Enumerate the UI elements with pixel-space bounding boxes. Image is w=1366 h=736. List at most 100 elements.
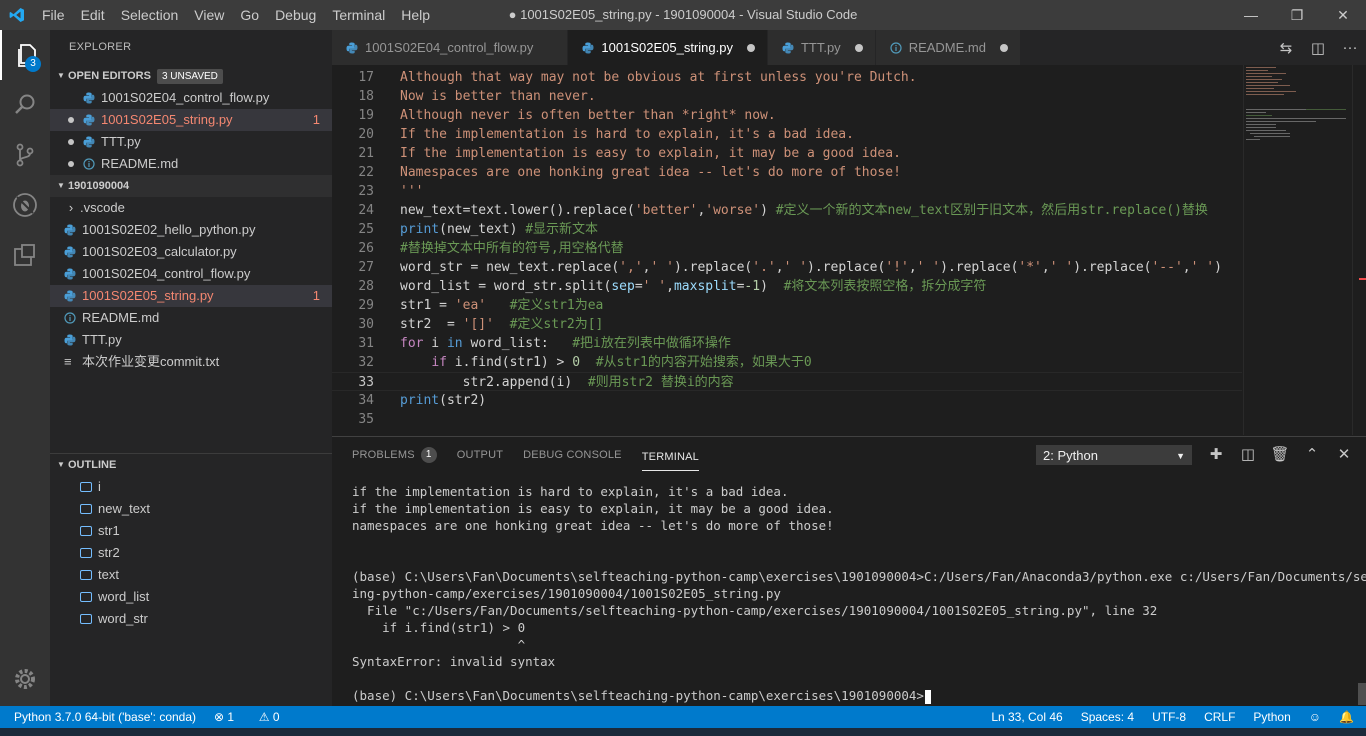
open-editor-item[interactable]: 1001S02E04_control_flow.py <box>50 87 332 109</box>
language-mode[interactable]: Python <box>1253 706 1290 728</box>
line-number: 35 <box>358 412 374 427</box>
file-tree-item[interactable]: README.md <box>50 307 332 329</box>
open-editor-item[interactable]: TTT.py <box>50 131 332 153</box>
outline-item[interactable]: word_list <box>50 586 332 608</box>
outline-item[interactable]: new_text <box>50 498 332 520</box>
restore-button[interactable]: ❐ <box>1274 0 1320 30</box>
trash-icon[interactable]: 🗑 <box>1264 445 1296 465</box>
line-ending[interactable]: CRLF <box>1204 706 1235 728</box>
menu-file[interactable]: File <box>34 0 73 30</box>
source-control-activity-button[interactable] <box>0 130 50 180</box>
menu-view[interactable]: View <box>186 0 232 30</box>
menu-go[interactable]: Go <box>232 0 267 30</box>
code-line[interactable]: 21 If the implementation is easy to expla… <box>332 144 1242 163</box>
outline-item[interactable]: text <box>50 564 332 586</box>
open-changes-icon[interactable]: ⇆ <box>1270 39 1302 57</box>
code-line[interactable]: 32 if i.find(str1) > 0 #从str1的内容开始搜索，如果大… <box>332 353 1242 372</box>
chevron-up-icon[interactable]: ⌃ <box>1296 445 1328 465</box>
outline-item[interactable]: i <box>50 476 332 498</box>
search-activity-button[interactable] <box>0 80 50 130</box>
code-line[interactable]: 33 str2.append(i) #则用str2 替换i的内容 <box>332 372 1242 391</box>
outline-item[interactable]: str1 <box>50 520 332 542</box>
terminal-scrollbar[interactable] <box>1358 683 1366 705</box>
open-editor-item[interactable]: 1001S02E05_string.py 1 <box>50 109 332 131</box>
outline-header[interactable]: ▼ OUTLINE <box>50 454 332 476</box>
menu-selection[interactable]: Selection <box>113 0 187 30</box>
indentation[interactable]: Spaces: 4 <box>1081 706 1134 728</box>
tab-readme-md[interactable]: README.md <box>875 30 1021 65</box>
folder-header[interactable]: ▼ 1901090004 <box>50 175 332 197</box>
file-tree-item[interactable]: 1001S02E02_hello_python.py <box>50 219 332 241</box>
terminal-line: File "c:/Users/Fan/Documents/selfteachin… <box>352 602 1352 619</box>
tab-1001s02e05-string-py[interactable]: 1001S02E05_string.py <box>568 30 768 65</box>
file-tree-item[interactable]: 1001S02E04_control_flow.py <box>50 263 332 285</box>
file-tree-item[interactable]: ≡ 本次作业变更commit.txt <box>50 351 332 373</box>
unsaved-dot[interactable] <box>854 43 863 52</box>
code-line[interactable]: 34 print(str2) <box>332 391 1242 410</box>
close-window-button[interactable]: ✕ <box>1320 0 1366 30</box>
unsaved-dot[interactable] <box>999 43 1008 52</box>
extensions-icon <box>14 244 35 266</box>
terminal-line: ^ <box>352 636 1352 653</box>
code-line[interactable]: 23 ''' <box>332 182 1242 201</box>
terminal-output[interactable]: if the implementation is hard to explain… <box>352 483 1366 704</box>
open-editors-header[interactable]: ▼ OPEN EDITORS 3 UNSAVED <box>50 65 332 87</box>
python-icon <box>64 334 76 346</box>
extensions-activity-button[interactable] <box>0 230 50 280</box>
outline-item[interactable]: str2 <box>50 542 332 564</box>
line-number: 33 <box>358 375 374 390</box>
plus-icon[interactable]: ✚ <box>1200 445 1232 465</box>
open-editor-item[interactable]: README.md <box>50 153 332 175</box>
editor-scrollbar[interactable] <box>1352 65 1366 435</box>
cursor-position[interactable]: Ln 33, Col 46 <box>991 706 1062 728</box>
code-line[interactable]: 25 print(new_text) #显示新文本 <box>332 220 1242 239</box>
terminal-select[interactable]: 2: Python ▼ <box>1036 445 1192 465</box>
code-line[interactable]: 28 word_list = word_str.split(sep=' ',max… <box>332 277 1242 296</box>
split-icon[interactable]: ◫ <box>1232 445 1264 465</box>
code-line[interactable]: 19 Although never is often better than *r… <box>332 106 1242 125</box>
file-tree-item[interactable]: 1001S02E05_string.py 1 <box>50 285 332 307</box>
minimap[interactable] <box>1243 65 1353 435</box>
code-line[interactable]: 26 #替换掉文本中所有的符号,用空格代替 <box>332 239 1242 258</box>
code-line[interactable]: 27 word_str = new_text.replace(',',' ').r… <box>332 258 1242 277</box>
problems-status[interactable]: ⊗ 1 ⚠ 0 <box>214 706 298 728</box>
line-number: 29 <box>358 298 374 313</box>
menu-debug[interactable]: Debug <box>267 0 324 30</box>
code-line[interactable]: 24 new_text=text.lower().replace('better'… <box>332 201 1242 220</box>
manage-button[interactable] <box>0 654 50 704</box>
panel-tab-output[interactable]: OUTPUT <box>457 437 503 473</box>
code-line[interactable]: 20 If the implementation is hard to expla… <box>332 125 1242 144</box>
panel-tab-terminal[interactable]: TERMINAL <box>641 443 699 471</box>
close-icon[interactable]: ✕ <box>1328 445 1360 465</box>
code-line[interactable]: 17 Although that way may not be obvious a… <box>332 68 1242 87</box>
file-tree-item[interactable]: › .vscode <box>50 197 332 219</box>
code-line[interactable]: 22 Namespaces are one honking great idea … <box>332 163 1242 182</box>
panel-tab-problems[interactable]: PROBLEMS 1 <box>352 437 437 473</box>
menu-edit[interactable]: Edit <box>73 0 113 30</box>
outline-item[interactable]: word_str <box>50 608 332 630</box>
split-editor-icon[interactable]: ◫ <box>1302 39 1334 57</box>
interpreter-status[interactable]: Python 3.7.0 64-bit ('base': conda) <box>14 706 196 728</box>
feedback-icon[interactable]: ☺ <box>1309 706 1321 728</box>
explorer-activity-button[interactable]: 3 <box>0 30 50 80</box>
code-line[interactable]: 31 for i in word_list: #把i放在列表中做循环操作 <box>332 334 1242 353</box>
panel-tab-debug-console[interactable]: DEBUG CONSOLE <box>523 437 622 473</box>
menu-help[interactable]: Help <box>393 0 438 30</box>
more-actions-icon[interactable]: ··· <box>1334 39 1366 56</box>
code-line[interactable]: 29 str1 = 'ea' #定义str1为ea <box>332 296 1242 315</box>
unsaved-dot[interactable] <box>746 43 755 52</box>
bell-icon[interactable]: 🔔 <box>1339 706 1354 728</box>
file-tree-item[interactable]: 1001S02E03_calculator.py <box>50 241 332 263</box>
code-line[interactable]: 35 <box>332 410 1242 429</box>
minimize-button[interactable]: — <box>1228 0 1274 30</box>
debug-activity-button[interactable] <box>0 180 50 230</box>
tab-ttt-py[interactable]: TTT.py <box>767 30 876 65</box>
tab-1001s02e04-control-flow-py[interactable]: 1001S02E04_control_flow.py <box>332 30 569 65</box>
code-line[interactable]: 18 Now is better than never. <box>332 87 1242 106</box>
code-line[interactable]: 30 str2 = '[]' #定义str2为[] <box>332 315 1242 334</box>
code-editor[interactable]: 17 Although that way may not be obvious a… <box>332 65 1366 435</box>
file-tree-item[interactable]: TTT.py <box>50 329 332 351</box>
encoding[interactable]: UTF-8 <box>1152 706 1186 728</box>
menu-terminal[interactable]: Terminal <box>324 0 393 30</box>
